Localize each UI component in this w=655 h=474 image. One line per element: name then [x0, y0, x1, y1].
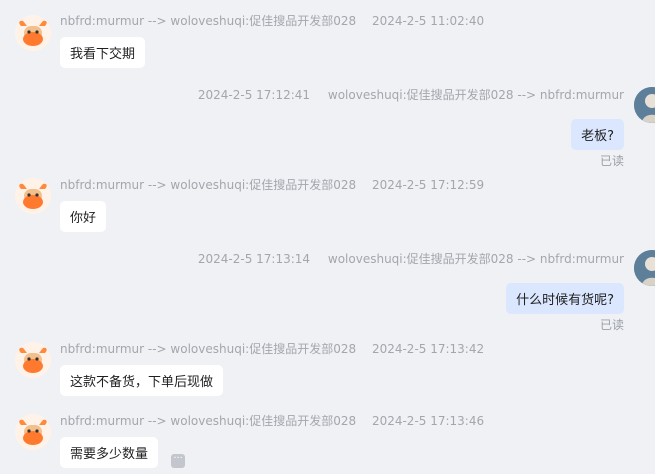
message-sender: nbfrd:murmur --> woloveshuqi:促佳搜品开发部028: [60, 342, 357, 356]
message-bubble[interactable]: 我看下交期: [60, 37, 146, 68]
message-timestamp: 2024-2-5 17:13:42: [371, 342, 485, 356]
message-incoming: nbfrd:murmur --> woloveshuqi:促佳搜品开发部028 …: [60, 176, 484, 232]
message-bubble[interactable]: 什么时候有货呢?: [506, 283, 624, 314]
bull-icon: [15, 342, 51, 378]
bull-icon: [15, 414, 51, 450]
chat-message-list: nbfrd:murmur --> woloveshuqi:促佳搜品开发部028 …: [0, 0, 655, 474]
message-meta: 2024-2-5 17:12:41 woloveshuqi:促佳搜品开发部028…: [198, 86, 624, 103]
bull-mascot-avatar[interactable]: [15, 342, 51, 378]
message-bubble[interactable]: 这款不备货，下单后现做: [60, 365, 224, 396]
bull-icon: [15, 15, 51, 51]
message-timestamp: 2024-2-5 17:13:14: [197, 252, 311, 266]
message-sender: woloveshuqi:促佳搜品开发部028 --> nbfrd:murmur: [327, 252, 624, 266]
bull-mascot-avatar[interactable]: [15, 414, 51, 450]
user-photo-avatar[interactable]: [634, 250, 655, 286]
message-incoming: nbfrd:murmur --> woloveshuqi:促佳搜品开发部028 …: [60, 340, 484, 396]
user-photo-icon: [634, 250, 655, 286]
message-meta: nbfrd:murmur --> woloveshuqi:促佳搜品开发部028 …: [60, 12, 484, 29]
message-outgoing: 2024-2-5 17:12:41 woloveshuqi:促佳搜品开发部028…: [198, 86, 624, 169]
message-bubble[interactable]: 需要多少数量: [60, 437, 159, 468]
message-sender: nbfrd:murmur --> woloveshuqi:促佳搜品开发部028: [60, 14, 357, 28]
bull-icon: [15, 178, 51, 214]
message-timestamp: 2024-2-5 11:02:40: [371, 14, 485, 28]
message-timestamp: 2024-2-5 17:12:41: [197, 88, 311, 102]
user-photo-avatar[interactable]: [634, 87, 655, 123]
read-status: 已读: [599, 154, 624, 168]
message-outgoing: 2024-2-5 17:13:14 woloveshuqi:促佳搜品开发部028…: [198, 250, 624, 333]
message-incoming: nbfrd:murmur --> woloveshuqi:促佳搜品开发部028 …: [60, 12, 484, 68]
message-sender: woloveshuqi:促佳搜品开发部028 --> nbfrd:murmur: [327, 88, 624, 102]
message-meta: 2024-2-5 17:13:14 woloveshuqi:促佳搜品开发部028…: [198, 250, 624, 267]
message-bubble[interactable]: 你好: [60, 201, 107, 232]
message-incoming: nbfrd:murmur --> woloveshuqi:促佳搜品开发部028 …: [60, 412, 484, 468]
more-icon[interactable]: ···: [171, 454, 186, 468]
read-status: 已读: [599, 318, 624, 332]
message-meta: nbfrd:murmur --> woloveshuqi:促佳搜品开发部028 …: [60, 412, 484, 429]
message-sender: nbfrd:murmur --> woloveshuqi:促佳搜品开发部028: [60, 414, 357, 428]
user-photo-icon: [634, 87, 655, 123]
bull-mascot-avatar[interactable]: [15, 15, 51, 51]
message-meta: nbfrd:murmur --> woloveshuqi:促佳搜品开发部028 …: [60, 176, 484, 193]
message-meta: nbfrd:murmur --> woloveshuqi:促佳搜品开发部028 …: [60, 340, 484, 357]
message-sender: nbfrd:murmur --> woloveshuqi:促佳搜品开发部028: [60, 178, 357, 192]
message-bubble[interactable]: 老板?: [571, 119, 624, 150]
message-timestamp: 2024-2-5 17:13:46: [371, 414, 485, 428]
bull-mascot-avatar[interactable]: [15, 178, 51, 214]
message-timestamp: 2024-2-5 17:12:59: [371, 178, 485, 192]
